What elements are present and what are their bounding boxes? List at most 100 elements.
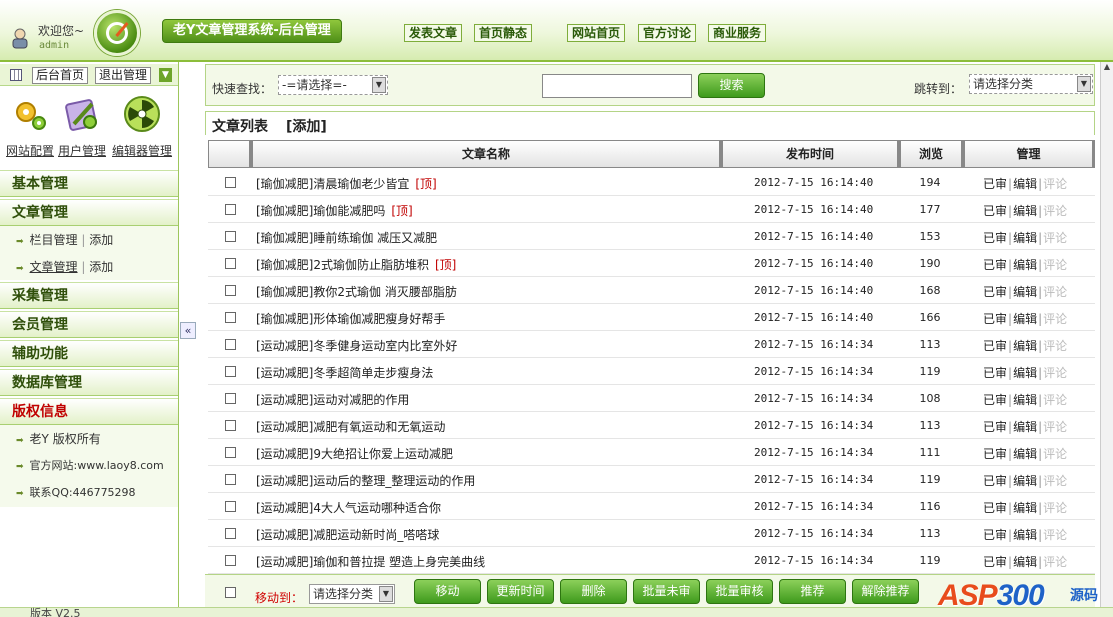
- edit-link[interactable]: 编辑: [1013, 393, 1037, 407]
- menu-copyright[interactable]: 版权信息: [0, 398, 178, 425]
- approved-link[interactable]: 已审: [983, 312, 1007, 326]
- update-time-button[interactable]: 更新时间: [487, 579, 554, 604]
- edit-link[interactable]: 编辑: [1013, 231, 1037, 245]
- row-checkbox[interactable]: [225, 393, 236, 404]
- edit-link[interactable]: 编辑: [1013, 420, 1037, 434]
- search-input[interactable]: [542, 74, 692, 98]
- article-title[interactable]: [瑜伽减肥]清晨瑜伽老少皆宜 [顶]: [256, 175, 437, 192]
- edit-link[interactable]: 编辑: [1013, 285, 1037, 299]
- delete-button[interactable]: 删除: [560, 579, 627, 604]
- approved-link[interactable]: 已审: [983, 204, 1007, 218]
- menu-member[interactable]: 会员管理: [0, 311, 178, 338]
- add-article-link[interactable]: [添加]: [286, 116, 327, 136]
- arrow-down-icon[interactable]: ▼: [159, 68, 172, 82]
- menu-auxiliary[interactable]: 辅助功能: [0, 340, 178, 367]
- nav-site-home[interactable]: 网站首页: [567, 24, 626, 42]
- row-checkbox[interactable]: [225, 528, 236, 539]
- edit-link[interactable]: 编辑: [1013, 447, 1037, 461]
- menu-article[interactable]: 文章管理: [0, 199, 178, 226]
- category-manage-label[interactable]: 栏目管理: [30, 233, 78, 247]
- approved-link[interactable]: 已审: [983, 366, 1007, 380]
- article-title[interactable]: [瑜伽减肥]2式瑜伽防止脂肪堆积 [顶]: [256, 256, 456, 273]
- approved-link[interactable]: 已审: [983, 447, 1007, 461]
- approved-link[interactable]: 已审: [983, 501, 1007, 515]
- comment-link[interactable]: 评论: [1043, 420, 1067, 434]
- article-title[interactable]: [运动减肥]减肥有氧运动和无氧运动: [256, 418, 451, 435]
- row-checkbox[interactable]: [225, 285, 236, 296]
- official-site-item[interactable]: ➡ 官方网站:www.laoy8.com: [16, 457, 164, 473]
- comment-link[interactable]: 评论: [1043, 177, 1067, 191]
- edit-link[interactable]: 编辑: [1013, 339, 1037, 353]
- approved-link[interactable]: 已审: [983, 393, 1007, 407]
- comment-link[interactable]: 评论: [1043, 447, 1067, 461]
- menu-database[interactable]: 数据库管理: [0, 369, 178, 396]
- editor-manage-link[interactable]: 编辑器管理: [112, 142, 172, 159]
- comment-link[interactable]: 评论: [1043, 474, 1067, 488]
- collapse-sidebar-button[interactable]: «: [180, 322, 196, 339]
- comment-link[interactable]: 评论: [1043, 501, 1067, 515]
- approved-link[interactable]: 已审: [983, 528, 1007, 542]
- row-checkbox[interactable]: [225, 339, 236, 350]
- logout-button[interactable]: 退出管理: [95, 67, 152, 84]
- approved-link[interactable]: 已审: [983, 258, 1007, 272]
- scrollbar[interactable]: ▲: [1100, 62, 1113, 607]
- comment-link[interactable]: 评论: [1043, 339, 1067, 353]
- row-checkbox[interactable]: [225, 447, 236, 458]
- row-checkbox[interactable]: [225, 258, 236, 269]
- row-checkbox[interactable]: [225, 474, 236, 485]
- menu-basic[interactable]: 基本管理: [0, 170, 178, 197]
- comment-link[interactable]: 评论: [1043, 312, 1067, 326]
- edit-link[interactable]: 编辑: [1013, 177, 1037, 191]
- row-checkbox[interactable]: [225, 555, 236, 566]
- article-title[interactable]: [运动减肥]4大人气运动哪种适合你: [256, 499, 447, 516]
- article-manage-label[interactable]: 文章管理: [30, 260, 78, 274]
- site-config-link[interactable]: 网站配置: [6, 142, 54, 159]
- nav-static-homepage[interactable]: 首页静态: [474, 24, 533, 42]
- unrecommend-button[interactable]: 解除推荐: [852, 579, 919, 604]
- recommend-button[interactable]: 推荐: [779, 579, 846, 604]
- move-category-select[interactable]: 请选择分类 ▼: [309, 584, 395, 604]
- comment-link[interactable]: 评论: [1043, 231, 1067, 245]
- approved-link[interactable]: 已审: [983, 231, 1007, 245]
- article-title[interactable]: [运动减肥]瑜伽和普拉提 塑造上身完美曲线: [256, 553, 491, 570]
- article-add-link[interactable]: 添加: [89, 260, 113, 274]
- article-title[interactable]: [运动减肥]9大绝招让你爱上运动减肥: [256, 445, 459, 462]
- user-manage-link[interactable]: 用户管理: [58, 142, 106, 159]
- sidebar-item-articles[interactable]: ➡ 文章管理 | 添加: [16, 258, 113, 275]
- comment-link[interactable]: 评论: [1043, 528, 1067, 542]
- move-button[interactable]: 移动: [414, 579, 481, 604]
- article-title[interactable]: [运动减肥]冬季超简单走步瘦身法: [256, 364, 439, 381]
- approved-link[interactable]: 已审: [983, 420, 1007, 434]
- comment-link[interactable]: 评论: [1043, 204, 1067, 218]
- article-title[interactable]: [运动减肥]冬季健身运动室内比室外好: [256, 337, 463, 354]
- category-add-link[interactable]: 添加: [89, 233, 113, 247]
- comment-link[interactable]: 评论: [1043, 366, 1067, 380]
- edit-link[interactable]: 编辑: [1013, 474, 1037, 488]
- radiation-icon[interactable]: [122, 94, 162, 134]
- official-site-text[interactable]: 官方网站:www.laoy8.com: [30, 459, 164, 472]
- menu-collect[interactable]: 采集管理: [0, 282, 178, 309]
- edit-link[interactable]: 编辑: [1013, 312, 1037, 326]
- row-checkbox[interactable]: [225, 204, 236, 215]
- comment-link[interactable]: 评论: [1043, 393, 1067, 407]
- nav-official-forum[interactable]: 官方讨论: [638, 24, 697, 42]
- edit-link[interactable]: 编辑: [1013, 501, 1037, 515]
- nav-business-service[interactable]: 商业服务: [708, 24, 767, 42]
- sidebar-item-category[interactable]: ➡ 栏目管理 | 添加: [16, 231, 113, 248]
- jump-category-select[interactable]: 请选择分类 ▼: [969, 74, 1093, 94]
- nav-publish-article[interactable]: 发表文章: [404, 24, 463, 42]
- batch-approve-button[interactable]: 批量审核: [706, 579, 773, 604]
- article-title[interactable]: [运动减肥]减肥运动新时尚_嗒嗒球: [256, 526, 445, 543]
- approved-link[interactable]: 已审: [983, 339, 1007, 353]
- user-manage-icon[interactable]: [62, 94, 102, 134]
- row-checkbox[interactable]: [225, 420, 236, 431]
- row-checkbox[interactable]: [225, 501, 236, 512]
- search-category-select[interactable]: -=请选择=- ▼: [278, 75, 388, 95]
- article-title[interactable]: [瑜伽减肥]瑜伽能减肥吗 [顶]: [256, 202, 413, 219]
- edit-link[interactable]: 编辑: [1013, 204, 1037, 218]
- approved-link[interactable]: 已审: [983, 474, 1007, 488]
- row-checkbox[interactable]: [225, 231, 236, 242]
- article-title[interactable]: [运动减肥]运动对减肥的作用: [256, 391, 415, 408]
- comment-link[interactable]: 评论: [1043, 258, 1067, 272]
- batch-unapprove-button[interactable]: 批量未审: [633, 579, 700, 604]
